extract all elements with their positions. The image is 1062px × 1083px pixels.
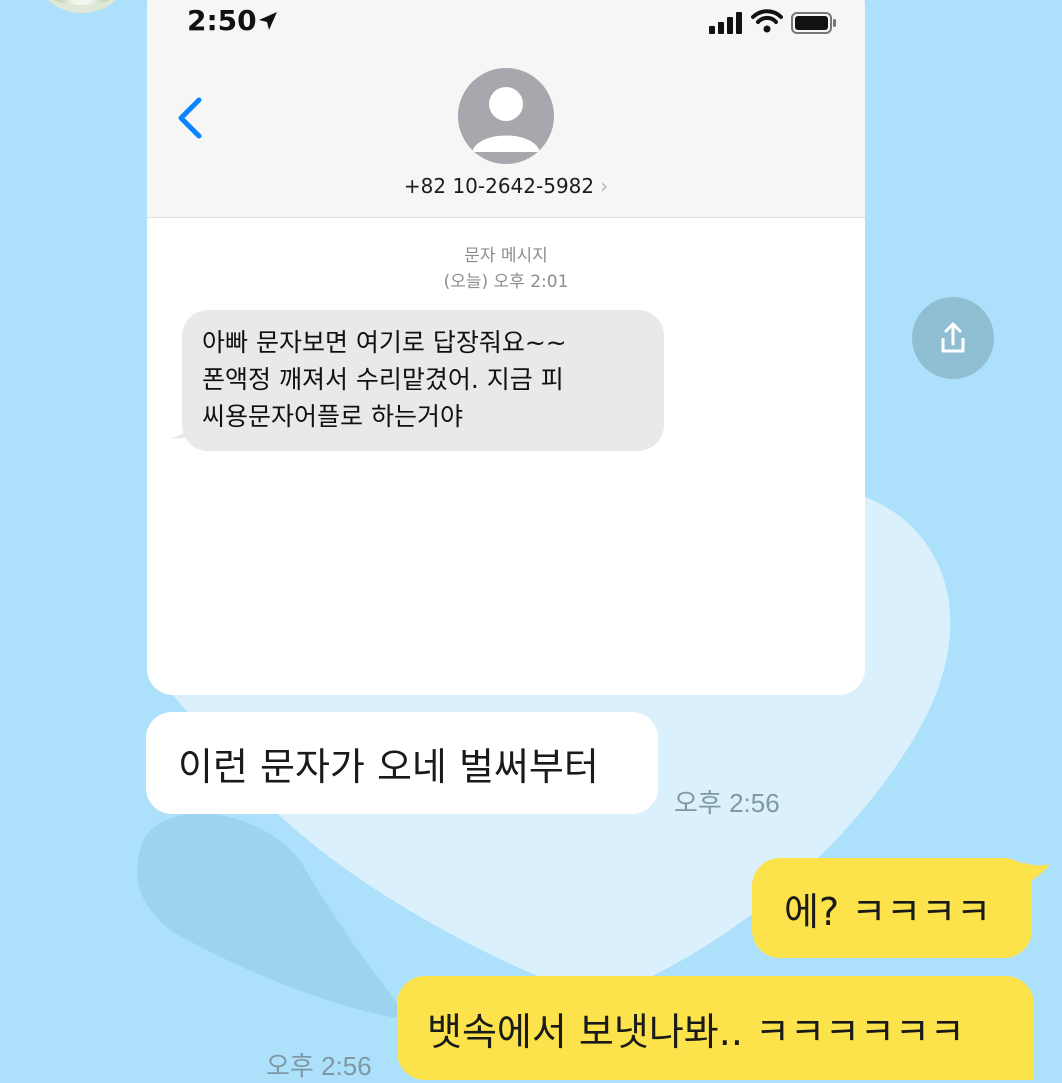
status-time: 2:50: [187, 4, 257, 37]
message-type-label: 문자 메시지: [464, 246, 548, 266]
wifi-icon: [751, 8, 783, 38]
received-message-bubble[interactable]: 이런 문자가 오네 벌써부터: [146, 712, 658, 814]
sent-message-bubble[interactable]: 에? ㅋㅋㅋㅋ: [752, 858, 1032, 958]
share-icon: [941, 322, 965, 353]
incoming-sms-bubble[interactable]: 아빠 문자보면 여기로 답장줘요~~ 폰액정 깨져서 수리맡겼어. 지금 피 씨…: [182, 310, 664, 451]
message-time: 오후 2:56: [674, 788, 780, 818]
location-arrow-icon: [257, 10, 279, 36]
share-button[interactable]: [912, 297, 994, 379]
cellular-signal-icon: [709, 12, 743, 38]
person-silhouette-icon: [472, 87, 540, 152]
shared-screenshot[interactable]: 2:50 +82 10-2642-5982 › 문자 메시지 (오늘) 오후 2…: [147, 0, 865, 695]
message-meta: 문자 메시지 (오늘) 오후 2:01: [147, 243, 865, 295]
contact-number-text: +82 10-2642-5982: [403, 174, 595, 198]
contact-avatar[interactable]: [458, 68, 554, 164]
messages-header: 2:50 +82 10-2642-5982 ›: [147, 0, 865, 218]
message-timestamp: (오늘) 오후 2:01: [443, 272, 569, 292]
contact-number[interactable]: +82 10-2642-5982 ›: [147, 174, 865, 198]
back-chevron-icon[interactable]: [175, 96, 205, 144]
sent-message-bubble[interactable]: 뱃속에서 보냇나봐.. ㅋㅋㅋㅋㅋㅋ: [397, 976, 1034, 1080]
chevron-right-icon: ›: [600, 174, 609, 198]
battery-icon: [791, 12, 837, 38]
message-time: 오후 2:56: [266, 1051, 372, 1081]
